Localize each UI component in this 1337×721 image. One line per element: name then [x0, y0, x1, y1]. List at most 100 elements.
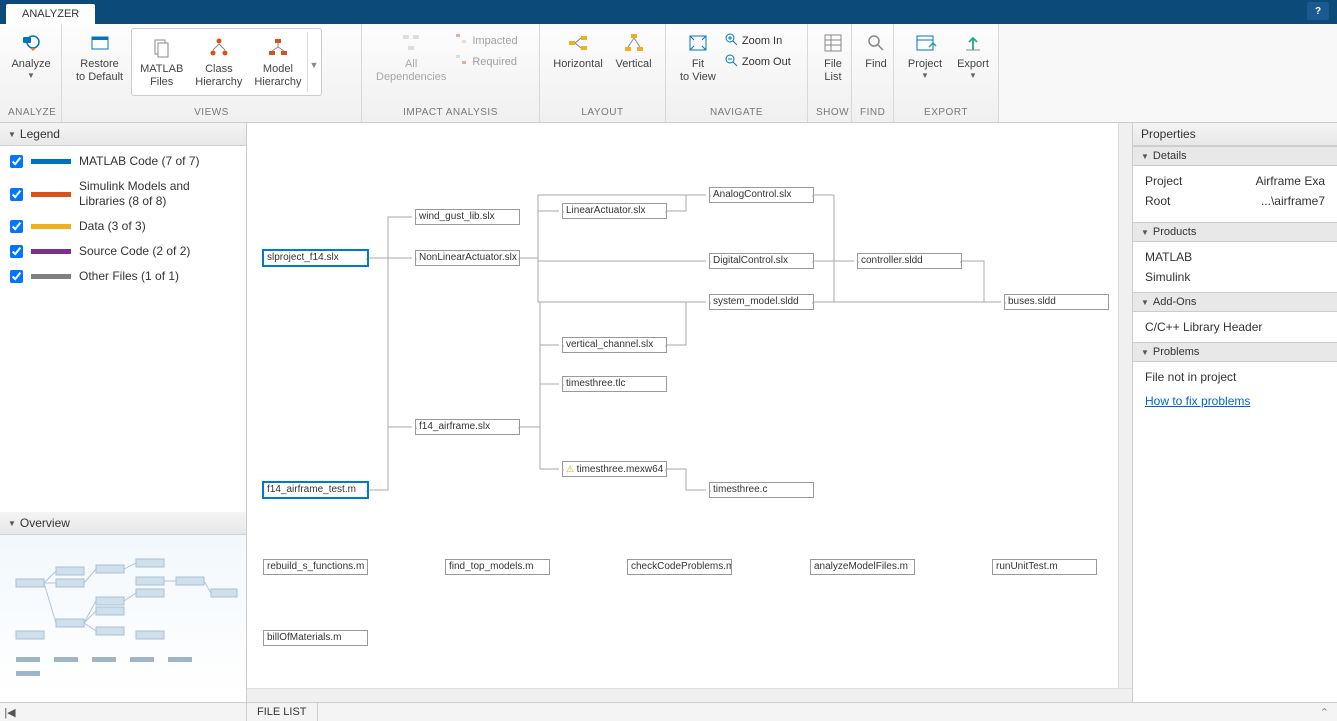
port-in	[562, 343, 564, 349]
file-node[interactable]: ⚠ timesthree.mexw64	[562, 461, 667, 477]
chevron-down-icon: ▼	[8, 130, 16, 139]
export-button[interactable]: Export ▼	[950, 28, 996, 82]
file-list-status-button[interactable]: FILE LIST	[247, 703, 318, 721]
legend-item[interactable]: MATLAB Code (7 of 7)	[10, 154, 236, 169]
file-node[interactable]: vertical_channel.slx	[562, 337, 667, 353]
file-node[interactable]: LinearActuator.slx	[562, 203, 667, 219]
help-button[interactable]: ?	[1307, 2, 1329, 20]
chevron-down-icon: ▼	[8, 519, 16, 528]
legend-item[interactable]: Simulink Models and Libraries (8 of 8)	[10, 179, 236, 209]
file-node-label: runUnitTest.m	[996, 561, 1058, 572]
file-node-label: slproject_f14.slx	[267, 252, 339, 263]
file-node[interactable]: rebuild_s_functions.m	[263, 559, 368, 575]
find-button[interactable]: Find	[860, 28, 892, 73]
port-in	[562, 382, 564, 388]
file-node-label: DigitalControl.slx	[713, 255, 788, 266]
vertical-icon	[621, 30, 647, 56]
product-item: Simulink	[1145, 270, 1325, 284]
file-node[interactable]: wind_gust_lib.slx	[415, 209, 520, 225]
file-list-button[interactable]: File List	[816, 28, 850, 86]
legend-swatch	[31, 159, 71, 164]
file-node[interactable]: NonLinearActuator.slx	[415, 250, 520, 266]
file-node-label: vertical_channel.slx	[566, 339, 653, 350]
legend-item[interactable]: Other Files (1 of 1)	[10, 269, 236, 284]
problems-section-header[interactable]: ▼Problems	[1133, 342, 1337, 362]
status-prev-button[interactable]: |◀	[0, 706, 20, 719]
legend-checkbox[interactable]	[10, 188, 23, 201]
legend-header[interactable]: ▼ Legend	[0, 123, 246, 146]
class-hierarchy-view-button[interactable]: Class Hierarchy	[189, 33, 248, 91]
file-node-label: NonLinearActuator.slx	[419, 252, 517, 263]
analyze-button[interactable]: Analyze ▼	[8, 28, 54, 82]
overview-minimap[interactable]	[0, 535, 246, 695]
file-node[interactable]: system_model.sldd	[709, 294, 814, 310]
legend-checkbox[interactable]	[10, 245, 23, 258]
legend-checkbox[interactable]	[10, 270, 23, 283]
product-item: MATLAB	[1145, 250, 1325, 264]
port-in	[562, 467, 564, 473]
file-node[interactable]: slproject_f14.slx	[263, 250, 368, 266]
matlab-files-icon	[149, 35, 175, 61]
file-node[interactable]: timesthree.tlc	[562, 376, 667, 392]
file-node[interactable]: timesthree.c	[709, 482, 814, 498]
fit-to-view-button[interactable]: Fit to View	[674, 28, 722, 86]
model-hierarchy-view-button[interactable]: Model Hierarchy	[248, 33, 307, 91]
file-list-icon	[820, 30, 846, 56]
file-node[interactable]: f14_airframe_test.m	[263, 482, 368, 498]
zoom-in-button[interactable]: Zoom In	[724, 32, 791, 49]
file-node[interactable]: buses.sldd	[1004, 294, 1109, 310]
file-node[interactable]: controller.sldd	[857, 253, 962, 269]
legend-checkbox[interactable]	[10, 220, 23, 233]
vertical-scrollbar[interactable]	[1118, 123, 1132, 688]
wires-layer	[247, 123, 1132, 702]
port-out	[665, 343, 667, 349]
file-node[interactable]: billOfMaterials.m	[263, 630, 368, 646]
views-dropdown-button[interactable]: ▼	[307, 32, 319, 92]
overview-header[interactable]: ▼ Overview	[0, 512, 246, 535]
dependency-canvas[interactable]: slproject_f14.slx wind_gust_lib.slx NonLin…	[247, 123, 1132, 702]
restore-icon	[87, 30, 113, 56]
legend-item[interactable]: Data (3 of 3)	[10, 219, 236, 234]
file-node[interactable]: find_top_models.m	[445, 559, 550, 575]
file-node-label: checkCodeProblems.m	[631, 561, 732, 572]
file-node-label: find_top_models.m	[449, 561, 534, 572]
file-node[interactable]: checkCodeProblems.m	[627, 559, 732, 575]
file-node-label: timesthree.c	[713, 484, 767, 495]
file-node-label: AnalogControl.slx	[713, 189, 791, 200]
project-label: Project	[1145, 174, 1182, 188]
port-in	[415, 425, 417, 431]
legend-swatch	[31, 224, 71, 229]
port-out	[812, 193, 814, 199]
layout-horizontal-button[interactable]: Horizontal	[548, 28, 608, 73]
layout-vertical-button[interactable]: Vertical	[610, 28, 657, 73]
matlab-files-view-button[interactable]: MATLAB Files	[134, 33, 189, 91]
file-node[interactable]: f14_airframe.slx	[415, 419, 520, 435]
details-section-header[interactable]: ▼Details	[1133, 146, 1337, 166]
status-bar: |◀ FILE LIST ⌃	[0, 702, 1337, 721]
file-node[interactable]: DigitalControl.slx	[709, 253, 814, 269]
impacted-button: Impacted	[454, 32, 517, 49]
file-node[interactable]: analyzeModelFiles.m	[810, 559, 915, 575]
zoom-out-button[interactable]: Zoom Out	[724, 53, 791, 70]
addons-section-header[interactable]: ▼Add-Ons	[1133, 292, 1337, 312]
project-export-button[interactable]: Project ▼	[902, 28, 948, 82]
file-node-label: system_model.sldd	[713, 296, 799, 307]
legend-checkbox[interactable]	[10, 155, 23, 168]
status-expand-icon[interactable]: ⌃	[1312, 706, 1337, 719]
horizontal-scrollbar[interactable]	[247, 688, 1132, 702]
all-dependencies-button: All Dependencies	[370, 28, 452, 86]
port-out	[366, 256, 368, 262]
legend-item[interactable]: Source Code (2 of 2)	[10, 244, 236, 259]
addon-item: C/C++ Library Header	[1145, 320, 1325, 334]
legend-swatch	[31, 274, 71, 279]
how-to-fix-link[interactable]: How to fix problems	[1145, 394, 1325, 408]
file-node-label: analyzeModelFiles.m	[814, 561, 908, 572]
horizontal-icon	[565, 30, 591, 56]
file-node[interactable]: runUnitTest.m	[992, 559, 1097, 575]
products-section-header[interactable]: ▼Products	[1133, 222, 1337, 242]
tab-analyzer[interactable]: ANALYZER	[6, 4, 95, 24]
legend-label: Data (3 of 3)	[79, 219, 236, 234]
required-icon	[454, 53, 468, 70]
restore-default-button[interactable]: Restore to Default	[70, 28, 129, 86]
file-node[interactable]: AnalogControl.slx	[709, 187, 814, 203]
